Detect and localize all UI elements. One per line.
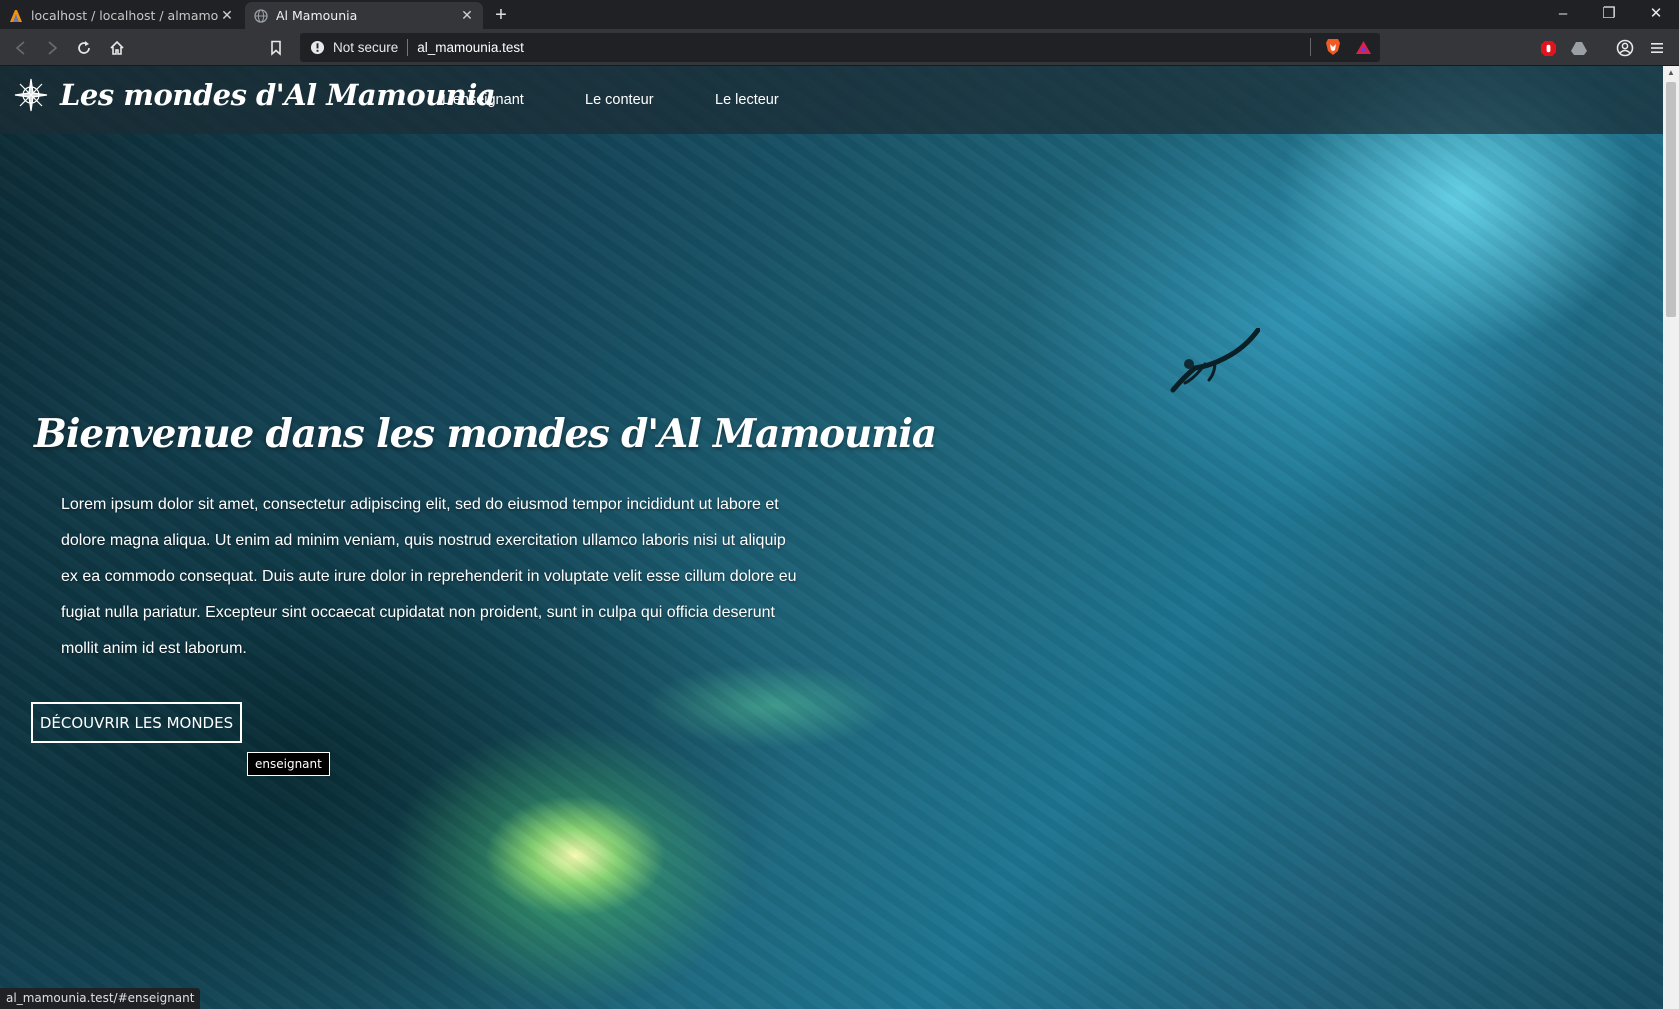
home-icon — [110, 40, 124, 55]
close-window-button[interactable]: ✕ — [1633, 0, 1679, 29]
page-scrollbar[interactable]: ▲ — [1663, 66, 1679, 1009]
menu-button[interactable] — [1643, 34, 1671, 62]
adblock-extension-button[interactable] — [1534, 34, 1562, 62]
scroll-up-arrow-icon[interactable]: ▲ — [1663, 66, 1679, 80]
account-icon — [1616, 39, 1634, 57]
close-tab-icon[interactable]: ✕ — [219, 8, 235, 24]
site-navbar: Les mondes d'Al Mamounia L'enseignant Le… — [0, 66, 1663, 134]
brave-rewards-icon[interactable] — [1355, 40, 1372, 55]
omnibox-divider — [1310, 38, 1311, 56]
nav-link-lecteur[interactable]: Le lecteur — [715, 92, 779, 108]
minimize-button[interactable]: – — [1540, 0, 1586, 29]
restore-button[interactable]: ❐ — [1586, 0, 1632, 29]
address-bar[interactable]: Not secure al_mamounia.test — [300, 33, 1380, 62]
compass-rose-icon — [14, 78, 48, 112]
browser-toolbar: Not secure al_mamounia.test — [0, 29, 1679, 66]
bookmark-button[interactable] — [262, 34, 290, 62]
stop-hand-icon — [1540, 40, 1556, 56]
nav-link-enseignant[interactable]: L'enseignant — [442, 92, 524, 108]
tab-label: Al Mamounia — [276, 8, 358, 23]
page-viewport: Les mondes d'Al Mamounia L'enseignant Le… — [0, 66, 1663, 1009]
home-button[interactable] — [103, 34, 131, 62]
bookmark-icon — [271, 40, 281, 56]
diver-illustration — [1170, 328, 1260, 393]
drive-icon — [1571, 41, 1587, 55]
tab-localhost[interactable]: localhost / localhost / almamounia ✕ — [0, 2, 243, 29]
info-icon — [310, 40, 325, 55]
site-brand[interactable]: Les mondes d'Al Mamounia — [14, 78, 496, 112]
forward-icon — [48, 41, 58, 55]
brand-title: Les mondes d'Al Mamounia — [60, 78, 496, 112]
forward-button[interactable] — [38, 34, 66, 62]
new-tab-button[interactable]: + — [490, 4, 512, 26]
reload-button[interactable] — [70, 34, 98, 62]
hover-tooltip: enseignant — [247, 752, 330, 776]
url-text[interactable]: al_mamounia.test — [417, 40, 524, 55]
profile-button[interactable] — [1611, 34, 1639, 62]
nav-link-conteur[interactable]: Le conteur — [585, 92, 654, 108]
back-icon — [15, 41, 25, 55]
drive-extension-button[interactable] — [1565, 34, 1593, 62]
phpmyadmin-icon — [8, 8, 24, 24]
brave-shields-icon[interactable] — [1325, 38, 1341, 56]
reload-icon — [78, 41, 90, 54]
discover-worlds-button[interactable]: DÉCOUVRIR LES MONDES — [31, 702, 242, 743]
link-status-bar: al_mamounia.test/#enseignant — [0, 988, 201, 1009]
tab-strip: localhost / localhost / almamounia ✕ Al … — [0, 0, 1679, 29]
omnibox-divider — [407, 39, 409, 56]
globe-icon — [253, 8, 269, 24]
tab-label: localhost / localhost / almamounia — [31, 8, 219, 23]
hero-title: Bienvenue dans les mondes d'Al Mamounia — [34, 411, 937, 457]
scroll-thumb[interactable] — [1666, 82, 1676, 317]
hero-description: Lorem ipsum dolor sit amet, consectetur … — [61, 496, 797, 657]
security-indicator[interactable]: Not secure — [300, 40, 398, 55]
close-tab-icon[interactable]: ✕ — [459, 8, 475, 24]
security-label: Not secure — [333, 40, 399, 55]
back-button[interactable] — [7, 34, 35, 62]
omnibox-extensions — [1310, 38, 1372, 56]
tab-al-mamounia[interactable]: Al Mamounia ✕ — [245, 2, 483, 29]
hamburger-icon — [1651, 43, 1663, 53]
